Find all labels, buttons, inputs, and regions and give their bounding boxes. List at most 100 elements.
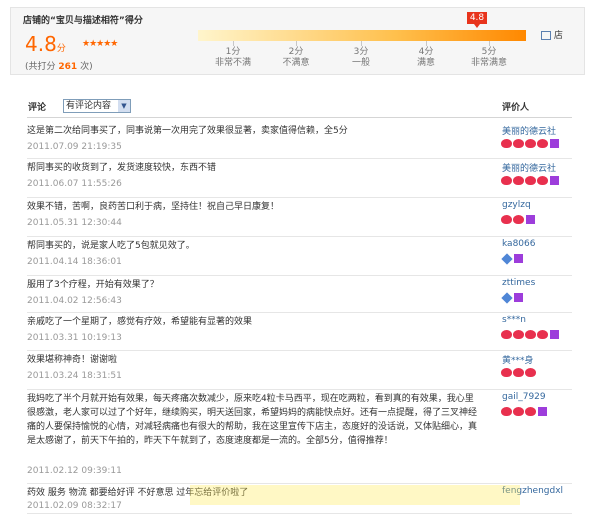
vip-icon xyxy=(526,215,535,224)
comment-text: 我妈吃了半个月就开始有效果，每天疼痛次数减少，原来吃4粒卡马西平，现在吃两粒，看… xyxy=(27,394,478,446)
reviewer-badges xyxy=(501,176,559,186)
header-divider xyxy=(27,117,572,118)
scale-tick xyxy=(489,41,490,46)
star-rating-icon: ★★★★★ xyxy=(82,39,118,49)
rating-count: (共打分 261 次) xyxy=(25,59,93,72)
reviewer-badges xyxy=(501,252,523,265)
scale-label-4: 4分 满意 xyxy=(396,47,456,69)
comment-text: 帮同事买的，说是家人吃了5包就见效了。 xyxy=(27,241,195,251)
comment-text: 效果不错，苦啊，良药苦口利于病，坚持住！祝自己早日康复！ xyxy=(27,202,280,212)
scale-text: 满意 xyxy=(416,58,435,68)
comment-text: 帮同事买的收货到了，发货速度较快，东西不错 xyxy=(27,163,217,173)
reviewer-name-link[interactable]: 黄***身 xyxy=(502,353,534,366)
scale-num: 2分 xyxy=(288,47,304,57)
vip-icon xyxy=(550,139,559,148)
scale-text: 非常不满 xyxy=(214,58,251,68)
shop-link-label: 店 xyxy=(553,31,563,41)
comment-row: 帮同事买的，说是家人吃了5包就见效了。 2011.04.14 18:36:01 ka… xyxy=(27,236,572,276)
comment-date: 2011.03.31 10:19:13 xyxy=(27,333,122,343)
chevron-down-icon: ▼ xyxy=(118,100,130,112)
scale-label-2: 2分 不满意 xyxy=(266,47,326,69)
heart-icon xyxy=(501,176,512,185)
scale-label-3: 3分 一般 xyxy=(331,47,391,69)
heart-icon xyxy=(501,330,512,339)
scale-tick xyxy=(361,41,362,46)
rating-count-suffix: 次) xyxy=(80,62,93,72)
comment-row: 帮同事买的收货到了，发货速度较快，东西不错 2011.06.07 11:55:26… xyxy=(27,158,572,198)
watermark-overlay xyxy=(190,485,520,505)
scale-label-5: 5分 非常满意 xyxy=(459,47,519,69)
rating-summary-panel: 店铺的“宝贝与描述相符”得分 4.8分 ★★★★★ (共打分 261 次) 4.… xyxy=(10,7,585,75)
heart-icon xyxy=(525,330,536,339)
vip-icon xyxy=(538,407,547,416)
reviewer-name-link[interactable]: 美丽的德云社 xyxy=(502,161,556,174)
scale-num: 3分 xyxy=(353,47,369,57)
scale-text: 非常满意 xyxy=(470,58,507,68)
heart-icon xyxy=(525,139,536,148)
reviewer-badges xyxy=(501,139,559,149)
heart-icon xyxy=(513,330,524,339)
comment-date: 2011.03.24 18:31:51 xyxy=(27,371,122,381)
comment-date: 2011.04.14 18:36:01 xyxy=(27,257,122,267)
reviewer-name-link[interactable]: gail_7929 xyxy=(502,392,546,402)
shop-icon xyxy=(541,31,551,40)
rater-column-header: 评价人 xyxy=(502,103,530,113)
reviewer-badges xyxy=(501,330,559,340)
comment-text: 亲戚吃了一个星期了，感觉有疗效，希望能有显著的效果 xyxy=(27,317,253,327)
comment-date: 2011.02.09 08:32:17 xyxy=(27,501,122,511)
scale-tick xyxy=(233,41,234,46)
reviewer-name-link[interactable]: 美丽的德云社 xyxy=(502,124,556,137)
comment-date: 2011.02.12 09:39:11 xyxy=(27,466,122,476)
comment-row: 这是第二次给同事买了，同事说第一次用完了效果很显著，卖家值得信赖，全5分 2011… xyxy=(27,121,572,159)
scale-text: 一般 xyxy=(351,58,370,68)
rating-scale-bar xyxy=(198,30,526,41)
diamond-icon xyxy=(501,291,513,304)
heart-icon xyxy=(501,139,512,148)
shop-link[interactable]: 店 xyxy=(541,28,563,41)
rating-count-number: 261 xyxy=(58,62,78,72)
score-unit: 分 xyxy=(56,44,66,54)
reviewer-name-link[interactable]: gzylzq xyxy=(502,200,531,210)
heart-icon xyxy=(513,139,524,148)
scale-num: 5分 xyxy=(481,47,497,57)
heart-icon xyxy=(501,215,512,224)
comment-column-header: 评论 xyxy=(28,103,47,113)
scale-tick xyxy=(426,41,427,46)
rating-title: 店铺的“宝贝与描述相符”得分 xyxy=(23,16,143,26)
heart-icon xyxy=(525,176,536,185)
comment-filter-select[interactable]: 有评论内容 ▼ xyxy=(63,99,131,113)
heart-icon xyxy=(525,407,536,416)
scale-num: 4分 xyxy=(418,47,434,57)
comment-date: 2011.04.02 12:56:43 xyxy=(27,296,122,306)
comment-text: 这是第二次给同事买了，同事说第一次用完了效果很显著，卖家值得信赖，全5分 xyxy=(27,126,348,136)
heart-icon xyxy=(501,407,512,416)
reviewer-badges xyxy=(501,368,537,378)
heart-icon xyxy=(513,176,524,185)
vip-icon xyxy=(514,254,523,263)
heart-icon xyxy=(525,368,536,377)
vip-icon xyxy=(550,176,559,185)
reviewer-name-link[interactable]: ka8066 xyxy=(502,239,535,249)
heart-icon xyxy=(513,407,524,416)
score-marker: 4.8 xyxy=(467,12,487,28)
score-number: 4.8 xyxy=(25,32,57,56)
comment-filter-value: 有评论内容 xyxy=(66,101,112,111)
scale-label-1: 1分 非常不满 xyxy=(203,47,263,69)
reviewer-badges xyxy=(501,291,523,304)
comment-row: 亲戚吃了一个星期了，感觉有疗效，希望能有显著的效果 2011.03.31 10:1… xyxy=(27,312,572,351)
heart-icon xyxy=(537,139,548,148)
reviewer-name-link[interactable]: s***n xyxy=(502,315,526,325)
score-value: 4.8分 xyxy=(25,32,66,56)
heart-icon xyxy=(537,330,548,339)
comment-date: 2011.05.31 12:30:44 xyxy=(27,218,122,228)
vip-icon xyxy=(514,293,523,302)
rating-count-prefix: (共打分 xyxy=(25,62,56,72)
reviewer-badges xyxy=(501,407,547,417)
heart-icon xyxy=(513,368,524,377)
comment-row: 效果堪称神奇！谢谢啦 2011.03.24 18:31:51 黄***身 xyxy=(27,350,572,390)
comment-text: 效果堪称神奇！谢谢啦 xyxy=(27,355,118,365)
comment-text: 服用了3个疗程，开始有效果了？ xyxy=(27,280,159,290)
heart-icon xyxy=(513,215,524,224)
heart-icon xyxy=(537,176,548,185)
reviewer-name-link[interactable]: zttimes xyxy=(502,278,535,288)
